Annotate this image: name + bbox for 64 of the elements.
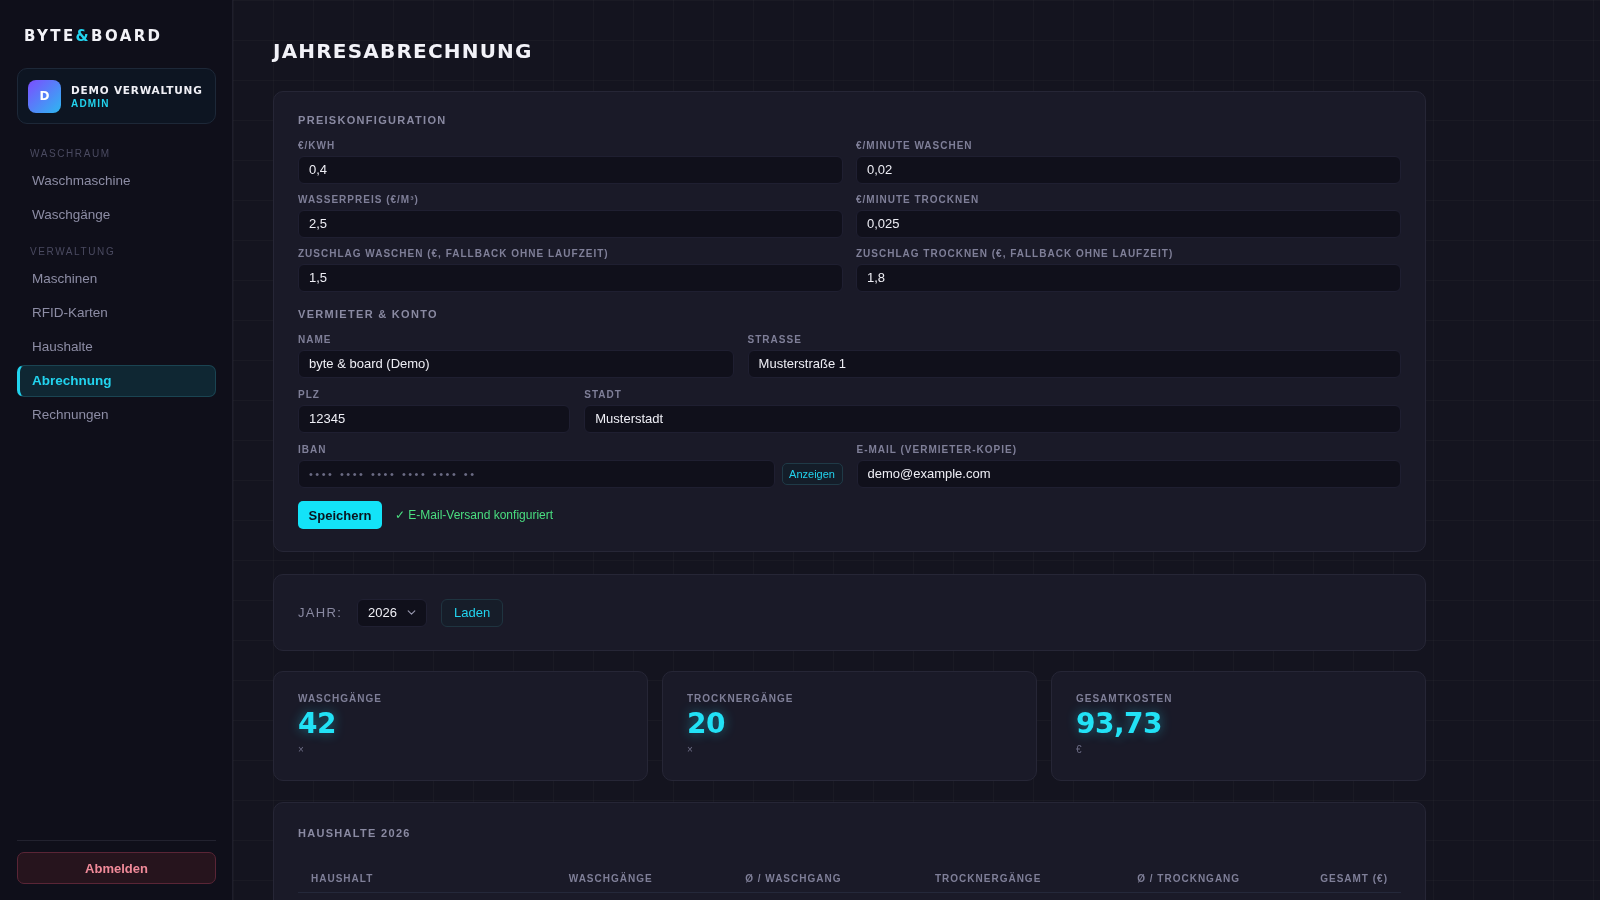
nav-item[interactable]: RFID-Karten bbox=[17, 297, 216, 329]
nav-item[interactable]: Rechnungen bbox=[17, 399, 216, 431]
save-button[interactable]: Speichern bbox=[298, 501, 382, 529]
load-button[interactable]: Laden bbox=[441, 598, 504, 627]
stat-label: WASCHGÄNGE bbox=[298, 692, 382, 705]
show-button[interactable]: Anzeigen bbox=[781, 463, 843, 485]
input-field[interactable]: •••• •••• •••• •••• •••• •• bbox=[298, 460, 775, 488]
field-label: STRASSE bbox=[747, 333, 802, 346]
section-title: VERMIETER & KONTO bbox=[298, 307, 438, 321]
column-header: WASCHGÄNGE bbox=[567, 872, 654, 884]
chevron-down-icon bbox=[407, 610, 417, 615]
field-label: E-MAIL (VERMIETER-KOPIE) bbox=[856, 443, 1017, 456]
section-title: PREISKONFIGURATION bbox=[298, 113, 447, 127]
field-label: ZUSCHLAG TROCKNEN (€, FALLBACK OHNE LAUFZEIT) bbox=[856, 247, 1174, 260]
year-select[interactable]: 2026 bbox=[357, 598, 428, 627]
column-header: HAUSHALT bbox=[310, 872, 375, 884]
user-avatar: D bbox=[28, 79, 61, 113]
input-field[interactable]: byte & board (Demo) bbox=[298, 350, 734, 378]
nav-item[interactable]: Maschinen bbox=[17, 263, 216, 295]
nav-item[interactable]: Abrechnung bbox=[17, 365, 216, 397]
stat-unit: × bbox=[687, 744, 693, 755]
status-message: ✓ E-Mail-Versand konfiguriert bbox=[395, 508, 554, 522]
input-field[interactable]: demo@example.com bbox=[856, 460, 1401, 488]
column-header: GESAMT (€) bbox=[1319, 872, 1389, 884]
column-header: Ø / WASCHGANG bbox=[744, 872, 843, 884]
nav-item[interactable]: Waschgänge bbox=[17, 199, 216, 231]
nav-item[interactable]: Waschmaschine bbox=[17, 165, 216, 197]
field-label: €/KWH bbox=[298, 139, 336, 152]
page-title: JAHRESABRECHNUNG bbox=[273, 38, 533, 64]
user-name: DEMO VERWALTUNG bbox=[71, 83, 203, 96]
stat-label: TROCKNERGÄNGE bbox=[687, 692, 794, 705]
stat-unit: € bbox=[1076, 744, 1082, 755]
year-label: JAHR: bbox=[298, 605, 343, 620]
field-label: ZUSCHLAG WASCHEN (€, FALLBACK OHNE LAUFZEIT) bbox=[298, 247, 609, 260]
input-field[interactable]: 1,8 bbox=[856, 264, 1401, 292]
nav-section-title: VERWALTUNG bbox=[29, 246, 116, 258]
stat-value: 93,73 bbox=[1076, 707, 1163, 741]
input-field[interactable]: 0,025 bbox=[856, 210, 1401, 238]
input-field[interactable]: 1,5 bbox=[298, 264, 843, 292]
column-header: Ø / TROCKNGANG bbox=[1136, 872, 1242, 884]
logo: BYTE&BOARD bbox=[23, 26, 163, 46]
user-role: ADMIN bbox=[71, 97, 111, 109]
field-label: WASSERPREIS (€/M³) bbox=[298, 193, 419, 206]
field-label: PLZ bbox=[298, 388, 320, 401]
column-header: TROCKNERGÄNGE bbox=[933, 872, 1043, 884]
input-field[interactable]: 12345 bbox=[298, 405, 571, 433]
field-label: NAME bbox=[298, 333, 332, 346]
field-label: €/MINUTE TROCKNEN bbox=[856, 193, 980, 206]
stat-value: 42 bbox=[298, 707, 336, 741]
stat-label: GESAMTKOSTEN bbox=[1076, 692, 1173, 705]
input-field[interactable]: 2,5 bbox=[298, 210, 843, 238]
input-field[interactable]: Musterstraße 1 bbox=[747, 350, 1401, 378]
nav-item[interactable]: Haushalte bbox=[17, 331, 216, 363]
input-field[interactable]: 0,02 bbox=[856, 156, 1401, 184]
stat-unit: × bbox=[298, 744, 304, 755]
stat-value: 20 bbox=[687, 707, 725, 741]
input-field[interactable]: Musterstadt bbox=[584, 405, 1401, 433]
logout-button[interactable]: Abmelden bbox=[17, 852, 216, 884]
input-field[interactable]: 0,4 bbox=[298, 156, 843, 184]
nav-section-title: WASCHRAUM bbox=[29, 148, 111, 160]
table-title: HAUSHALTE 2026 bbox=[298, 826, 411, 840]
field-label: €/MINUTE WASCHEN bbox=[856, 139, 973, 152]
field-label: STADT bbox=[584, 388, 622, 401]
field-label: IBAN bbox=[298, 443, 327, 456]
